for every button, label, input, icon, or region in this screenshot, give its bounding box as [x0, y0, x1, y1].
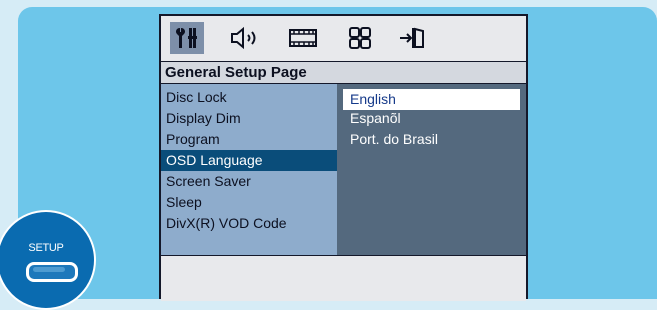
exit-door-icon: [398, 26, 428, 50]
option-port-do-brasil[interactable]: Port. do Brasil: [343, 129, 520, 150]
option-espanol[interactable]: Espanõl: [343, 108, 520, 129]
option-english[interactable]: English: [343, 89, 520, 110]
menu-item-divx-vod-code[interactable]: DivX(R) VOD Code: [161, 213, 337, 234]
tab-general-setup[interactable]: [170, 22, 204, 54]
menu-item-osd-language[interactable]: OSD Language: [161, 150, 337, 171]
page-title-bar: General Setup Page: [161, 61, 526, 84]
menu-item-disc-lock[interactable]: Disc Lock: [161, 87, 337, 108]
video-film-icon: [288, 27, 318, 49]
general-setup-icon: [174, 26, 200, 50]
setup-menu-list: Disc Lock Display Dim Program OSD Langua…: [161, 84, 337, 255]
setup-key-icon: [26, 262, 78, 282]
page-title: General Setup Page: [165, 64, 307, 81]
menu-item-display-dim[interactable]: Display Dim: [161, 108, 337, 129]
language-options-list: English Espanõl Port. do Brasil: [337, 84, 526, 255]
menu-item-program[interactable]: Program: [161, 129, 337, 150]
tab-video-setup[interactable]: [286, 22, 320, 54]
status-area: [161, 255, 526, 301]
tab-audio-setup[interactable]: [228, 22, 262, 54]
menu-item-sleep[interactable]: Sleep: [161, 192, 337, 213]
tab-preference[interactable]: [343, 22, 377, 54]
tab-icon-bar: [161, 16, 526, 61]
setup-button-label: SETUP: [28, 242, 64, 254]
tab-exit[interactable]: [396, 22, 430, 54]
osd-screen: General Setup Page Disc Lock Display Dim…: [159, 14, 528, 301]
setup-remote-button[interactable]: SETUP: [0, 210, 96, 310]
menu-item-screen-saver[interactable]: Screen Saver: [161, 171, 337, 192]
preference-grid-icon: [347, 26, 373, 50]
audio-speaker-icon: [229, 26, 261, 50]
